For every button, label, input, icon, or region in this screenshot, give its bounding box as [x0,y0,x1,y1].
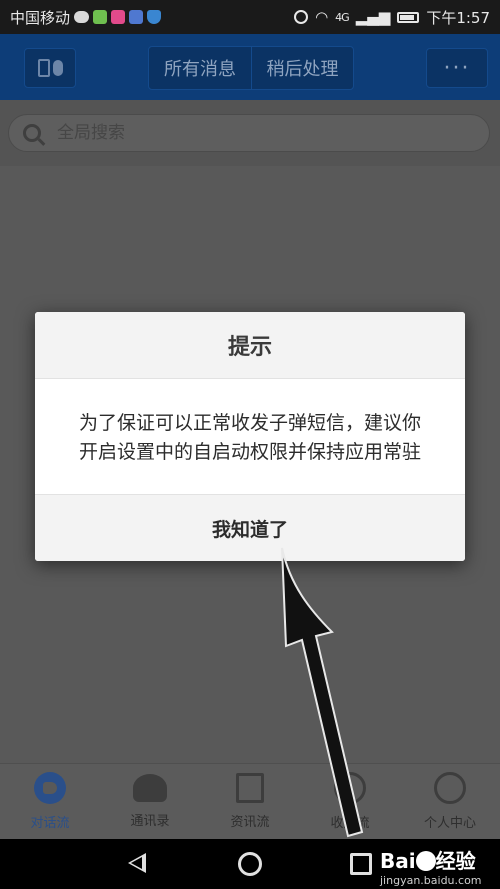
dialog-title: 提示 [35,312,465,379]
message-filter-tabs: 所有消息 稍后处理 [148,46,354,90]
nav-item-contacts[interactable]: 通讯录 [100,764,200,839]
nav-item-news[interactable]: 资讯流 [200,764,300,839]
got-it-button[interactable]: 我知道了 [35,495,465,561]
tab-later[interactable]: 稍后处理 [251,47,353,89]
search-box[interactable] [8,114,490,152]
tab-all-messages[interactable]: 所有消息 [149,47,251,89]
home-icon[interactable] [238,852,262,876]
search-icon [23,124,41,142]
dialog-message-line-1: 为了保证可以正常收发子弹短信，建议你 [78,412,421,434]
microphone-icon [52,60,63,76]
nav-item-profile[interactable]: 个人中心 [400,764,500,839]
nav-label: 通讯录 [130,814,170,829]
chat-flow-icon [34,772,66,804]
network-type-label: 4G [335,10,349,24]
user-icon [434,772,466,804]
watermark-logo-text: Bai [380,849,416,873]
favorites-icon [334,772,366,804]
watermark-logo: Bai 经验 [380,845,498,874]
baidu-jingyan-watermark: Bai 经验 jingyan.baidu.com [380,845,498,887]
dialog-message: 为了保证可以正常收发子弹短信，建议你 开启设置中的自启动权限并保持应用常驻 [35,379,465,495]
permission-tip-dialog: 提示 为了保证可以正常收发子弹短信，建议你 开启设置中的自启动权限并保持应用常驻… [35,312,465,561]
clock: 下午1:57 [426,8,490,27]
paw-icon [415,851,436,871]
shield-icon [147,10,162,24]
contacts-icon [133,774,167,802]
back-icon[interactable] [128,853,146,873]
status-bar: 中国移动 ◠ 4G ▂▄▆ 下午1:57 [0,0,500,34]
more-options-button[interactable]: ··· [426,48,488,88]
app-notification-icon-3 [129,10,144,24]
app-header: 所有消息 稍后处理 ··· [0,34,500,100]
status-left: 中国移动 [10,7,162,28]
dialog-message-line-2: 开启设置中的自启动权限并保持应用常驻 [78,441,421,463]
nav-item-favorites[interactable]: 收藏流 [300,764,400,839]
recent-apps-icon[interactable] [350,853,372,875]
app-notification-icon-2 [111,10,126,24]
alarm-icon [294,10,309,24]
voice-input-button[interactable] [24,48,76,88]
search-area [0,100,500,166]
nav-item-chat-flow[interactable]: 对话流 [0,764,100,839]
keyboard-icon [37,59,50,77]
wifi-icon: ◠ [315,8,329,26]
carrier-name: 中国移动 [10,8,71,27]
watermark-url: jingyan.baidu.com [380,874,482,887]
nav-label: 对话流 [30,816,70,831]
nav-label: 个人中心 [423,816,476,831]
bottom-navigation: 对话流 通讯录 资讯流 收藏流 个人中心 [0,763,500,839]
message-notification-icon [74,11,90,23]
nav-label: 收藏流 [330,816,370,831]
battery-icon [397,11,420,23]
news-icon [236,773,264,803]
watermark-logo-suffix: 经验 [435,849,476,873]
status-right: ◠ 4G ▂▄▆ 下午1:57 [294,7,490,28]
nav-label: 资讯流 [230,815,270,830]
signal-icon: ▂▄▆ [355,8,391,26]
app-notification-icon [93,10,108,24]
system-navigation-bar: Bai 经验 jingyan.baidu.com [0,839,500,889]
search-input[interactable] [57,123,437,143]
